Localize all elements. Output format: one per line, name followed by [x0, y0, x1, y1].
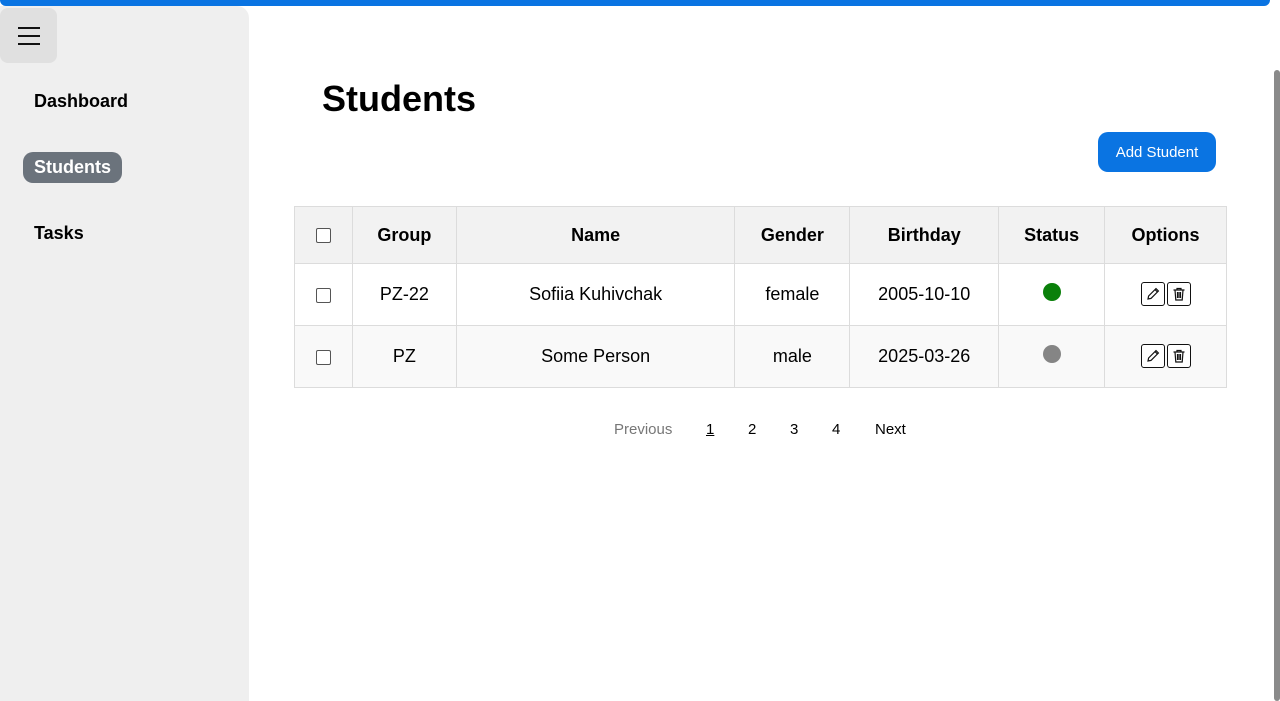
add-student-button[interactable]: Add Student [1098, 132, 1216, 172]
pagination-page-4[interactable]: 4 [832, 421, 840, 438]
cell-gender: male [734, 325, 851, 388]
sidebar: Dashboard Students Tasks [0, 6, 249, 701]
pagination-page-3[interactable]: 3 [790, 421, 798, 438]
column-header-gender: Gender [734, 206, 851, 264]
row-checkbox[interactable] [315, 349, 331, 365]
column-header-group: Group [351, 206, 457, 264]
sidebar-item-students[interactable]: Students [23, 152, 123, 183]
pagination-next[interactable]: Next [875, 421, 906, 438]
hamburger-menu-icon [17, 26, 40, 45]
page-scrollbar[interactable] [1274, 70, 1280, 701]
table-row: PZ-22 Sofiia Kuhivchak female 2005-10-10 [294, 263, 1227, 326]
edit-icon[interactable] [1140, 282, 1165, 306]
cell-group: PZ [351, 325, 457, 388]
sidebar-item-tasks[interactable]: Tasks [23, 218, 95, 249]
cell-status [998, 325, 1106, 388]
column-header-name: Name [455, 206, 736, 264]
column-header-status: Status [998, 206, 1106, 264]
cell-options [1104, 325, 1227, 388]
cell-name: Some Person [455, 325, 736, 388]
cell-birthday: 2005-10-10 [849, 263, 1000, 326]
column-header-birthday: Birthday [849, 206, 1000, 264]
row-select-cell [294, 325, 353, 388]
pagination-page-1[interactable]: 1 [706, 421, 714, 438]
cell-options [1104, 263, 1227, 326]
table-row: PZ Some Person male 2025-03-26 [294, 325, 1227, 388]
trash-icon[interactable] [1166, 344, 1191, 368]
edit-icon[interactable] [1140, 344, 1165, 368]
trash-icon[interactable] [1166, 282, 1191, 306]
column-header-options: Options [1104, 206, 1227, 264]
select-all-cell [294, 206, 353, 264]
pagination-page-2[interactable]: 2 [748, 421, 756, 438]
cell-group: PZ-22 [351, 263, 457, 326]
row-checkbox[interactable] [315, 287, 331, 303]
pagination-previous[interactable]: Previous [614, 421, 672, 438]
sidebar-item-dashboard[interactable]: Dashboard [23, 86, 139, 117]
page-title: Students [322, 78, 477, 119]
cell-gender: female [734, 263, 851, 326]
row-select-cell [294, 263, 353, 326]
status-indicator-dot [1042, 345, 1061, 363]
students-table: Group Name Gender Birthday Status Option… [294, 206, 1227, 388]
cell-birthday: 2025-03-26 [849, 325, 1000, 388]
select-all-checkbox[interactable] [315, 228, 331, 244]
table-header-row: Group Name Gender Birthday Status Option… [294, 206, 1227, 264]
cell-status [998, 263, 1106, 326]
status-indicator-dot [1042, 283, 1061, 301]
cell-name: Sofiia Kuhivchak [455, 263, 736, 326]
hamburger-menu-button[interactable] [0, 8, 57, 63]
